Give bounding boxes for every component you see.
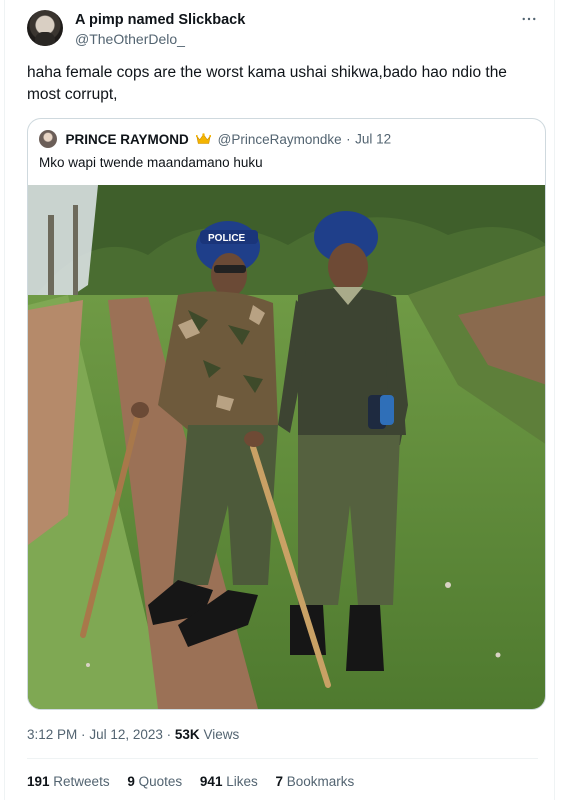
- tweet-separator: ·: [166, 727, 172, 742]
- tweet-time: 3:12 PM: [27, 727, 78, 742]
- views-count: 53K: [174, 727, 200, 742]
- tweet-stats: 191 Retweets 9 Quotes 941 Likes 7 Bookma…: [27, 773, 368, 791]
- quoted-photo[interactable]: POLICE: [28, 185, 546, 709]
- quotes-count: 9: [127, 774, 135, 789]
- author-names: A pimp named Slickback @TheOtherDelo_: [75, 11, 245, 48]
- retweets-count: 191: [27, 774, 50, 789]
- likes-count: 941: [199, 774, 223, 789]
- tweet-header: A pimp named Slickback @TheOtherDelo_: [27, 10, 538, 54]
- quoted-tweet-header: PRINCE RAYMOND @PrinceRaymondke · Jul 12: [39, 130, 391, 150]
- quotes-stat[interactable]: 9 Quotes: [127, 774, 186, 789]
- quoted-author-handle: @PrinceRaymondke: [217, 131, 342, 147]
- more-horizontal-icon[interactable]: [520, 10, 538, 28]
- tweet-card: A pimp named Slickback @TheOtherDelo_ ha…: [4, 0, 555, 800]
- quotes-label: Quotes: [138, 774, 183, 789]
- helmet-label: POLICE: [208, 233, 246, 244]
- author-handle[interactable]: @TheOtherDelo_: [75, 30, 245, 48]
- likes-label: Likes: [226, 774, 258, 789]
- quoted-separator: ·: [346, 131, 351, 147]
- tweet-timestamp[interactable]: 3:12 PM · Jul 12, 2023 · 53K Views: [27, 726, 239, 744]
- bookmarks-label: Bookmarks: [286, 774, 355, 789]
- quoted-tweet[interactable]: PRINCE RAYMOND @PrinceRaymondke · Jul 12…: [27, 118, 546, 710]
- crown-icon: [196, 133, 212, 144]
- tweet-date: Jul 12, 2023: [89, 727, 163, 742]
- bookmarks-stat[interactable]: 7 Bookmarks: [276, 774, 355, 789]
- tweet-separator: ·: [81, 727, 86, 742]
- quoted-author-display-name: PRINCE RAYMOND: [65, 131, 189, 147]
- retweets-stat[interactable]: 191 Retweets: [27, 774, 113, 789]
- views-label: Views: [203, 727, 240, 742]
- quoted-tweet-text: Mko wapi twende maandamano huku: [39, 155, 263, 170]
- bookmarks-count: 7: [275, 774, 284, 789]
- divider: [27, 758, 538, 759]
- quoted-author-avatar: [39, 130, 57, 148]
- author-avatar[interactable]: [27, 10, 63, 46]
- author-display-name[interactable]: A pimp named Slickback: [75, 11, 245, 29]
- retweets-label: Retweets: [53, 774, 110, 789]
- quoted-date: Jul 12: [355, 131, 392, 147]
- tweet-text: haha female cops are the worst kama usha…: [27, 64, 507, 103]
- likes-stat[interactable]: 941 Likes: [200, 774, 262, 789]
